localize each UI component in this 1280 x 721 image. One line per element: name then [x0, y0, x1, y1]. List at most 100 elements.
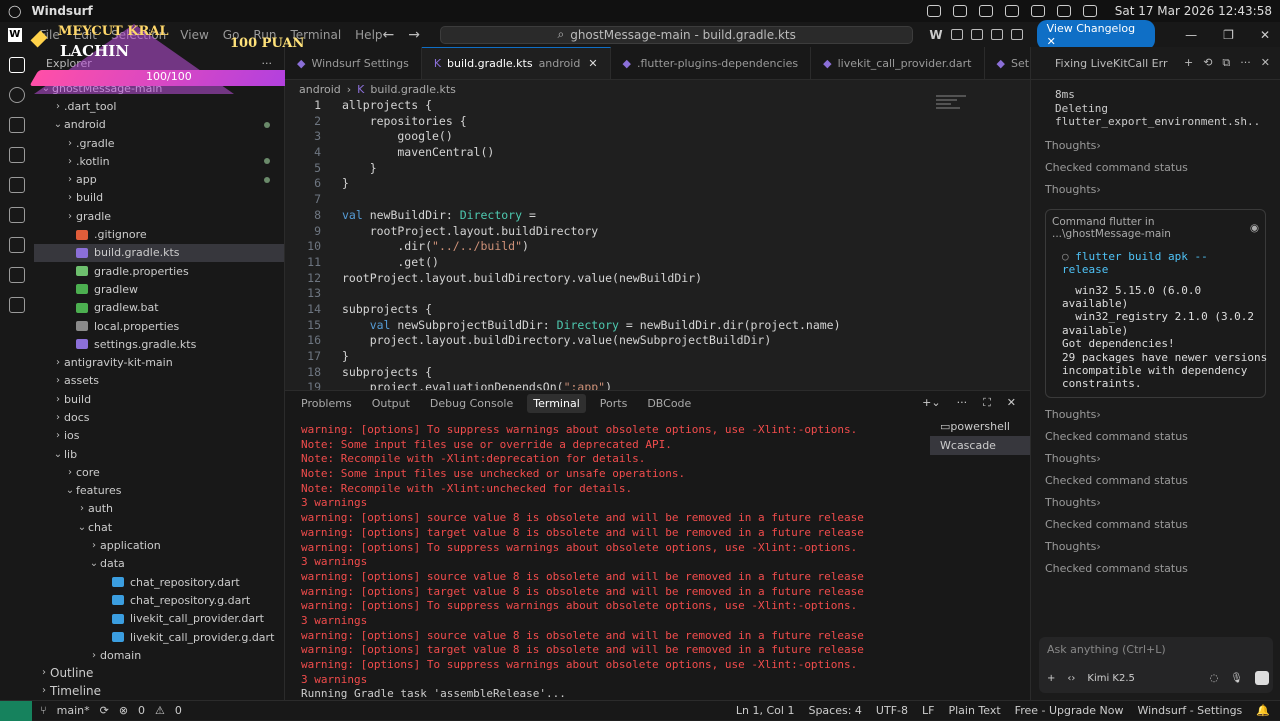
code-mode-icon[interactable]: ‹›: [1067, 673, 1075, 684]
tree-item[interactable]: › .dart_tool: [34, 97, 284, 115]
tree-item[interactable]: › .gradle: [34, 134, 284, 152]
editor-tab[interactable]: ◆ .flutter-plugins-dependencies: [611, 47, 812, 79]
tree-item[interactable]: › build: [34, 390, 284, 408]
menu-item-run[interactable]: Run: [253, 28, 276, 42]
thoughts-toggle[interactable]: Thoughts ›: [1031, 404, 1280, 426]
close-window-icon[interactable]: ✕: [1260, 28, 1270, 42]
maximize-panel-icon[interactable]: ⛶: [983, 396, 991, 410]
upgrade-link[interactable]: Free - Upgrade Now: [1015, 704, 1124, 717]
tree-item[interactable]: build.gradle.kts: [34, 243, 284, 262]
mic-icon[interactable]: 🎙: [1230, 673, 1243, 684]
panel-tab-dbcode[interactable]: DBCode: [641, 394, 697, 413]
more-actions-icon[interactable]: ···: [1240, 56, 1251, 70]
tree-item[interactable]: ⌄ lib: [34, 445, 284, 463]
breadcrumb-folder[interactable]: android: [299, 83, 341, 96]
tree-item[interactable]: › application: [34, 536, 284, 554]
system-clock[interactable]: Sat 17 Mar 2026 12:43:58: [1115, 4, 1272, 18]
windsurf-settings[interactable]: Windsurf - Settings: [1137, 704, 1242, 717]
menu-item-go[interactable]: Go: [223, 28, 240, 42]
tree-item[interactable]: livekit_call_provider.g.dart: [34, 628, 284, 646]
panel-tab-ports[interactable]: Ports: [594, 394, 634, 413]
cloud-icon[interactable]: [926, 5, 941, 17]
git-branch[interactable]: main*: [57, 704, 90, 717]
menu-item-view[interactable]: View: [180, 28, 208, 42]
line-ending[interactable]: LF: [922, 704, 934, 717]
search-view-icon[interactable]: [9, 87, 25, 103]
tree-item[interactable]: ⌄ features: [34, 482, 284, 500]
explorer-icon[interactable]: [9, 57, 25, 73]
minimap[interactable]: [936, 95, 966, 125]
tree-item[interactable]: chat_repository.g.dart: [34, 591, 284, 609]
wifi-icon[interactable]: [978, 5, 993, 17]
tree-item[interactable]: ⌄ data: [34, 555, 284, 573]
menu-item-help[interactable]: Help: [355, 28, 382, 42]
tree-item[interactable]: › antigravity-kit-main: [34, 353, 284, 371]
notifications-icon[interactable]: 🔔: [1256, 704, 1270, 717]
breadcrumb-file[interactable]: build.gradle.kts: [370, 83, 456, 96]
settings-icon[interactable]: [1082, 5, 1097, 17]
battery-icon[interactable]: [1004, 5, 1019, 17]
forward-arrow-icon[interactable]: →: [408, 27, 420, 43]
tree-item[interactable]: › ios: [34, 427, 284, 445]
stop-button[interactable]: [1255, 671, 1269, 685]
editor-tab[interactable]: ◆ livekit_call_provider.dart: [811, 47, 985, 79]
thoughts-toggle[interactable]: Thoughts ›: [1031, 179, 1280, 201]
terminal-output[interactable]: warning: [options] To suppress warnings …: [301, 423, 921, 702]
new-chat-icon[interactable]: +: [1184, 56, 1193, 70]
source-control-icon[interactable]: [9, 117, 25, 133]
tree-item[interactable]: gradle.properties: [34, 262, 284, 280]
back-arrow-icon[interactable]: ←: [383, 27, 395, 43]
add-context-icon[interactable]: +: [1047, 673, 1055, 684]
code-editor[interactable]: 1 allprojects {2 repositories {3 google()…: [285, 98, 1030, 396]
tree-item[interactable]: › assets: [34, 372, 284, 390]
language-mode[interactable]: Plain Text: [948, 704, 1000, 717]
tree-item[interactable]: ⌄ android: [34, 116, 284, 134]
close-panel-icon[interactable]: ✕: [1007, 396, 1016, 410]
command-status-item[interactable]: Checked command status: [1031, 157, 1280, 179]
close-tab-icon[interactable]: ✕: [588, 57, 597, 70]
terminal-session-cascade[interactable]: W cascade: [930, 436, 1030, 455]
menu-item-terminal[interactable]: Terminal: [290, 28, 341, 42]
tree-item[interactable]: livekit_call_provider.dart: [34, 610, 284, 628]
outline-section[interactable]: › Outline: [34, 663, 285, 681]
thoughts-toggle[interactable]: Thoughts ›: [1031, 536, 1280, 558]
thoughts-toggle[interactable]: Thoughts ›: [1031, 135, 1280, 157]
terminal-session-powershell[interactable]: ▭ powershell: [930, 417, 1030, 436]
close-icon[interactable]: ✕: [1261, 56, 1270, 70]
tree-item[interactable]: › app: [34, 170, 284, 188]
editor-tab[interactable]: ◆ Windsurf Settings: [285, 47, 422, 79]
menu-item-file[interactable]: File: [40, 28, 60, 42]
tree-item[interactable]: ⌄ chat: [34, 518, 284, 536]
timeline-section[interactable]: › Timeline: [34, 682, 285, 700]
database-icon[interactable]: [9, 297, 25, 313]
menu-item-selection[interactable]: Selection: [111, 28, 166, 42]
tree-item[interactable]: › build: [34, 189, 284, 207]
toggle-secondary-sidebar-icon[interactable]: [990, 29, 1003, 40]
search-icon[interactable]: [1056, 5, 1071, 17]
terminal-scrollbar[interactable]: [918, 423, 922, 683]
extensions-icon[interactable]: [9, 147, 25, 163]
panel-tab-terminal[interactable]: Terminal: [527, 393, 586, 413]
tree-root[interactable]: ⌄ ghostMessage-main: [34, 79, 284, 97]
panel-tab-debug-console[interactable]: Debug Console: [424, 394, 519, 413]
command-center-search[interactable]: ⌕ ghostMessage-main - build.gradle.kts: [439, 25, 914, 44]
more-actions-icon[interactable]: ···: [957, 396, 968, 410]
tree-item[interactable]: settings.gradle.kts: [34, 335, 284, 353]
mic-icon[interactable]: [952, 5, 967, 17]
tree-item[interactable]: .gitignore: [34, 225, 284, 243]
view-changelog-button[interactable]: View Changelog ✕: [1036, 19, 1156, 50]
model-selector[interactable]: Kimi K2.5: [1087, 673, 1135, 684]
chat-title[interactable]: Fixing LiveKitCall Err: [1055, 57, 1167, 70]
sync-icon[interactable]: ⟳: [100, 704, 109, 717]
tree-item[interactable]: local.properties: [34, 317, 284, 335]
tree-item[interactable]: › docs: [34, 408, 284, 426]
tree-item[interactable]: › core: [34, 463, 284, 481]
toggle-panel-icon[interactable]: [970, 29, 983, 40]
more-actions-icon[interactable]: ···: [262, 57, 273, 70]
chat-input-box[interactable]: Ask anything (Ctrl+L) + ‹› Kimi K2.5 ◌ 🎙: [1039, 637, 1273, 693]
history-icon[interactable]: ⟲: [1203, 56, 1212, 70]
minimize-icon[interactable]: —: [1185, 28, 1197, 42]
restore-icon[interactable]: ❐: [1223, 28, 1234, 42]
volume-icon[interactable]: [1030, 5, 1045, 17]
extensions-grid-icon[interactable]: [9, 237, 25, 253]
